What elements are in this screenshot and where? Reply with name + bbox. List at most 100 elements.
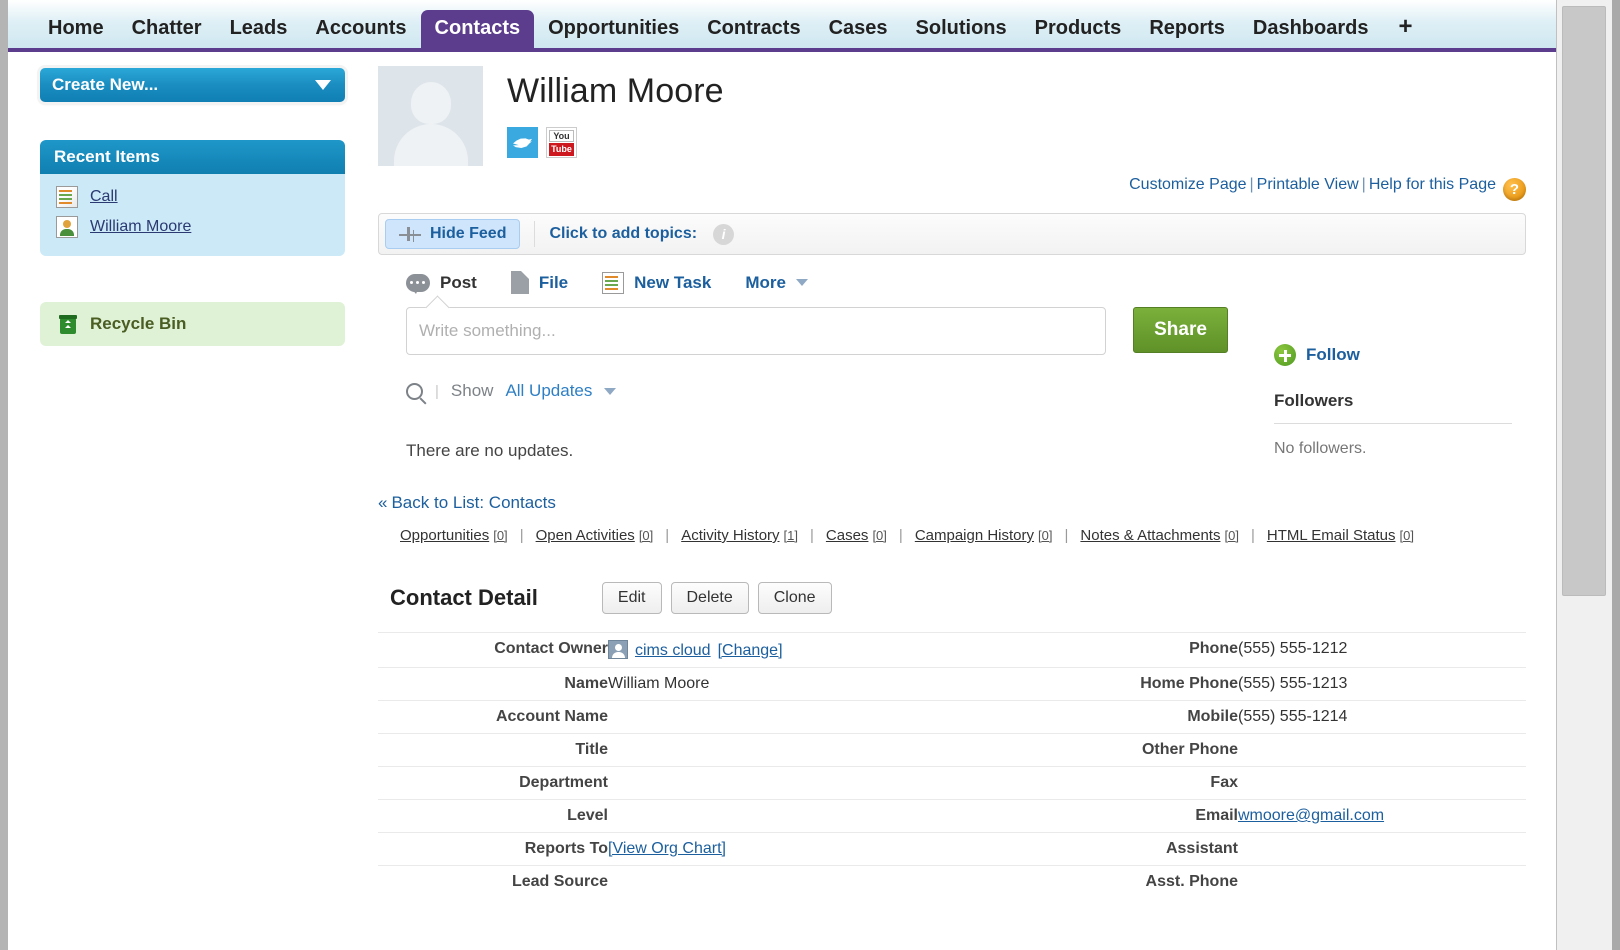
tab-contracts[interactable]: Contracts [693, 10, 814, 49]
back-to-list-label[interactable]: Back to List: Contacts [391, 493, 555, 512]
recycle-bin-label: Recycle Bin [90, 314, 187, 333]
caret-down-icon[interactable] [604, 387, 617, 395]
user-icon [608, 640, 628, 659]
help-for-this-page-link[interactable]: Help for this Page [1369, 176, 1496, 193]
related-link-separator: | [519, 527, 524, 544]
related-link-html-email-status[interactable]: HTML Email Status [1267, 527, 1396, 544]
related-link-notes-attachments[interactable]: Notes & Attachments [1080, 527, 1220, 544]
related-link-activity-history[interactable]: Activity History [681, 527, 779, 544]
related-link-count: [0] [1399, 528, 1414, 543]
related-link-separator: | [1064, 527, 1069, 544]
related-link-opportunities[interactable]: Opportunities [400, 527, 489, 544]
detail-field-label: Email [1195, 807, 1238, 824]
caret-down-icon [795, 279, 808, 286]
sidebar: Create New... Recent Items Call William … [8, 52, 370, 946]
delete-button[interactable]: Delete [670, 582, 749, 614]
main-column: William Moore You Tube Customize Page | Pr… [370, 52, 1556, 946]
detail-value-link[interactable]: cims cloud [635, 642, 711, 659]
hide-feed-button[interactable]: Hide Feed [385, 219, 521, 249]
detail-value-text: (555) 555-1214 [1238, 708, 1348, 725]
post-icon [406, 273, 430, 294]
follow-panel: Follow Followers No followers. [1274, 344, 1524, 458]
table-row: Account Name Mobile (555) 555-1214 [378, 700, 1526, 734]
tab-chatter[interactable]: Chatter [118, 10, 216, 49]
search-icon[interactable] [406, 382, 423, 400]
detail-value-link[interactable]: [View Org Chart] [608, 840, 726, 857]
recycle-bin-item[interactable]: Recycle Bin [40, 302, 345, 346]
tab-new-task[interactable]: New Task [602, 271, 711, 294]
write-something-input[interactable]: Write something... [406, 307, 1106, 355]
chatter-publisher: Post File New Task More Write something.… [378, 271, 1526, 355]
detail-value-link[interactable]: wmoore@gmail.com [1238, 807, 1384, 824]
detail-field-value [608, 866, 1028, 899]
tab-cases[interactable]: Cases [815, 10, 902, 49]
youtube-icon-bottom: Tube [549, 143, 574, 156]
related-link-open-activities[interactable]: Open Activities [536, 527, 635, 544]
recent-items-header: Recent Items [40, 140, 345, 174]
follow-button[interactable]: Follow [1274, 344, 1524, 366]
recent-item-link[interactable]: Call [90, 188, 118, 206]
detail-field-label: Phone [1189, 640, 1238, 657]
list-item[interactable]: William Moore [40, 212, 345, 242]
create-new-button[interactable]: Create New... [40, 68, 345, 102]
detail-field-label: Fax [1210, 774, 1238, 791]
tab-post[interactable]: Post [406, 272, 477, 294]
scrollbar-thumb[interactable] [1562, 6, 1606, 596]
related-link-count: [0] [872, 528, 887, 543]
related-link-separator: | [898, 527, 903, 544]
detail-field-value [608, 800, 1028, 833]
edit-button[interactable]: Edit [601, 582, 662, 614]
link-separator: | [1361, 176, 1366, 193]
show-value[interactable]: All Updates [505, 381, 592, 401]
customize-page-link[interactable]: Customize Page [1129, 176, 1246, 193]
contact-icon [56, 216, 78, 238]
clone-button[interactable]: Clone [757, 582, 832, 614]
tab-more[interactable]: More [745, 273, 808, 293]
change-owner-link[interactable]: [Change] [718, 642, 783, 659]
share-button[interactable]: Share [1133, 307, 1228, 353]
contact-detail-body: Contact Owner cims cloud [Change] Phone (555… [378, 632, 1526, 899]
primary-tab-bar: Home Chatter Leads Accounts Contacts Opportun… [8, 0, 1556, 52]
table-row: Name William Moore Home Phone (555) 555-121… [378, 667, 1526, 701]
back-chevron-icon: « [378, 493, 388, 512]
twitter-icon[interactable] [507, 127, 538, 158]
tab-accounts[interactable]: Accounts [301, 10, 420, 49]
detail-field-label: Level [567, 807, 608, 824]
related-link-count: [0] [493, 528, 508, 543]
related-link-cases[interactable]: Cases [826, 527, 869, 544]
salesforce-page: Home Chatter Leads Accounts Contacts Opportun… [8, 0, 1556, 950]
related-link-count: [0] [638, 528, 654, 543]
filter-divider: | [435, 382, 439, 400]
tab-leads[interactable]: Leads [216, 10, 302, 49]
detail-field-value [608, 734, 1028, 767]
page-content: Create New... Recent Items Call William … [8, 52, 1556, 946]
tab-file[interactable]: File [510, 271, 568, 294]
tab-home[interactable]: Home [34, 10, 118, 49]
info-icon[interactable]: i [713, 223, 735, 245]
tab-contacts[interactable]: Contacts [420, 10, 535, 50]
related-links-bar: Opportunities [0] | Open Activities [0] | Acti… [378, 527, 1526, 544]
youtube-icon-top: You [549, 130, 574, 142]
printable-view-link[interactable]: Printable View [1257, 176, 1359, 193]
help-icon[interactable]: ? [1503, 178, 1526, 201]
youtube-icon[interactable]: You Tube [546, 127, 577, 158]
add-tab-button[interactable]: + [1382, 6, 1428, 49]
toolbar-divider [534, 221, 536, 247]
add-topics-label[interactable]: Click to add topics: [549, 225, 697, 243]
detail-field-value: (555) 555-1213 [1238, 668, 1526, 701]
record-header: William Moore You Tube [378, 66, 1526, 166]
window-left-edge [0, 0, 8, 950]
tab-solutions[interactable]: Solutions [902, 10, 1021, 49]
tab-opportunities[interactable]: Opportunities [534, 10, 693, 49]
show-label: Show [450, 381, 494, 400]
tab-products[interactable]: Products [1021, 10, 1136, 49]
tab-reports[interactable]: Reports [1135, 10, 1239, 49]
related-link-campaign-history[interactable]: Campaign History [915, 527, 1034, 544]
tab-dashboards[interactable]: Dashboards [1239, 10, 1383, 49]
tab-post-label: Post [440, 272, 477, 292]
recent-item-link[interactable]: William Moore [90, 218, 191, 236]
back-to-list-link[interactable]: «Back to List: Contacts [378, 493, 1526, 513]
tab-more-label: More [745, 272, 786, 292]
list-item[interactable]: Call [40, 182, 345, 212]
detail-field-value [608, 767, 1028, 800]
